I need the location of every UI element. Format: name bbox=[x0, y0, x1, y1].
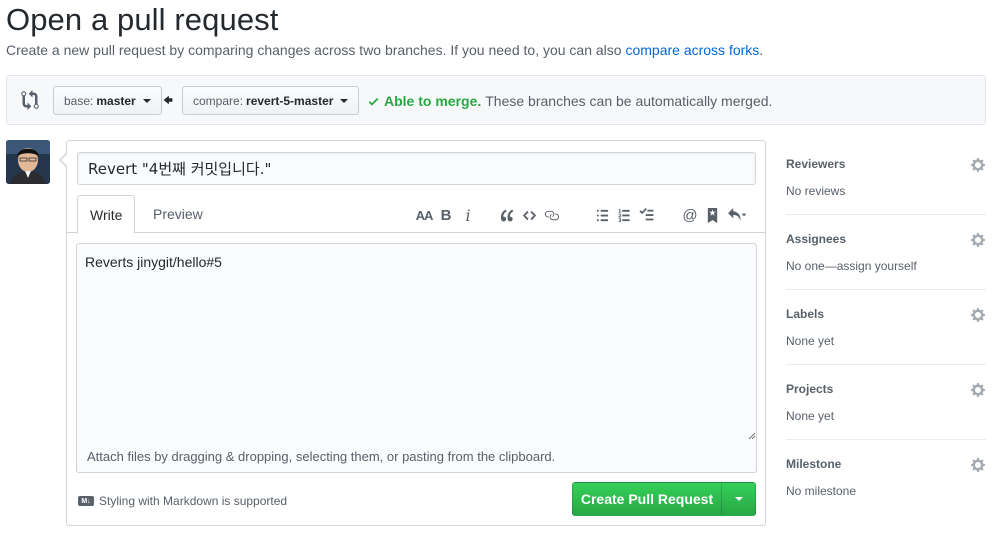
unordered-list-icon[interactable] bbox=[591, 206, 613, 224]
base-label: base: bbox=[64, 93, 94, 108]
chevron-down-icon bbox=[340, 99, 349, 103]
sidebar-heading: Assignees bbox=[786, 232, 847, 246]
sidebar-heading: Milestone bbox=[786, 457, 842, 471]
extra-toolbar: @ bbox=[679, 206, 751, 224]
gear-icon[interactable] bbox=[970, 157, 986, 173]
base-branch-select[interactable]: base: master bbox=[53, 86, 162, 115]
sidebar-value: None yet bbox=[786, 334, 835, 348]
sidebar-heading: Reviewers bbox=[786, 157, 846, 171]
list-toolbar bbox=[591, 206, 657, 224]
gear-icon[interactable] bbox=[970, 382, 986, 398]
create-pull-request-button[interactable]: Create Pull Request bbox=[573, 483, 722, 515]
tab-write[interactable]: Write bbox=[77, 195, 136, 234]
discussion-sidebar: Reviewers No reviews Assignees No one—as… bbox=[786, 140, 986, 515]
link-icon[interactable] bbox=[540, 206, 562, 224]
attach-hint-text: Attach files by dragging & dropping, sel… bbox=[87, 449, 556, 464]
compare-branch-select[interactable]: compare: revert-5-master bbox=[182, 86, 360, 115]
quote-icon[interactable] bbox=[496, 206, 518, 224]
markdown-icon: M↓ bbox=[78, 496, 94, 506]
merge-status: Able to merge. These branches can be aut… bbox=[367, 93, 772, 109]
chevron-down-icon bbox=[734, 497, 743, 501]
avatar[interactable] bbox=[6, 140, 50, 184]
sidebar-value[interactable]: No one—assign yourself bbox=[786, 259, 917, 273]
editor-tabs: Write Preview AA B i @ bbox=[67, 195, 765, 234]
pull-request-form: Revert "4번째 커밋입니다." Write Preview AA B i bbox=[59, 140, 766, 526]
merge-status-text: These branches can be automatically merg… bbox=[485, 93, 773, 109]
check-icon bbox=[368, 97, 379, 106]
reply-icon[interactable] bbox=[723, 206, 751, 224]
pr-body-textarea[interactable]: Reverts jinygit/hello#5 bbox=[76, 243, 757, 472]
create-options-dropdown[interactable] bbox=[722, 483, 755, 515]
subtitle-end: . bbox=[759, 42, 764, 58]
gear-icon[interactable] bbox=[970, 232, 986, 248]
page-subtitle: Create a new pull request by comparing c… bbox=[6, 42, 763, 58]
bookmark-icon[interactable] bbox=[701, 206, 723, 224]
ordered-list-icon[interactable] bbox=[613, 206, 635, 224]
text-style-toolbar: AA B i bbox=[413, 206, 479, 225]
compare-across-forks-link[interactable]: compare across forks bbox=[625, 42, 759, 58]
branch-range-editor: base: master compare: revert-5-master Ab… bbox=[6, 75, 986, 125]
create-pull-request-button-group: Create Pull Request bbox=[572, 482, 756, 516]
page-title: Open a pull request bbox=[6, 2, 279, 37]
italic-icon[interactable]: i bbox=[457, 206, 479, 225]
markdown-support-note[interactable]: M↓ Styling with Markdown is supported bbox=[78, 494, 287, 508]
sidebar-labels: Labels None yet bbox=[786, 290, 986, 365]
merge-ok-text: Able to merge. bbox=[384, 93, 482, 109]
compare-label: compare: bbox=[193, 93, 244, 108]
sidebar-milestone: Milestone No milestone bbox=[786, 440, 986, 515]
insert-toolbar bbox=[496, 206, 562, 224]
header-icon[interactable]: AA bbox=[413, 206, 435, 224]
gear-icon[interactable] bbox=[970, 307, 986, 323]
chevron-down-icon bbox=[142, 99, 151, 103]
file-attach-dropzone[interactable]: Attach files by dragging & dropping, sel… bbox=[76, 441, 757, 473]
sidebar-projects: Projects None yet bbox=[786, 365, 986, 440]
resize-handle-icon[interactable] bbox=[746, 430, 756, 440]
sidebar-value: None yet bbox=[786, 409, 835, 423]
sidebar-value: No milestone bbox=[786, 484, 857, 498]
sidebar-value: No reviews bbox=[786, 184, 846, 198]
sidebar-heading: Projects bbox=[786, 382, 834, 396]
sidebar-heading: Labels bbox=[786, 307, 825, 321]
subtitle-text: Create a new pull request by comparing c… bbox=[6, 42, 622, 58]
bold-icon[interactable]: B bbox=[435, 206, 457, 224]
compare-icon bbox=[21, 90, 39, 110]
pr-title-input[interactable]: Revert "4번째 커밋입니다." bbox=[77, 152, 756, 185]
compare-branch-name: revert-5-master bbox=[246, 93, 334, 108]
sidebar-reviewers: Reviewers No reviews bbox=[786, 140, 986, 215]
mention-icon[interactable]: @ bbox=[679, 206, 701, 224]
user-avatar-image bbox=[6, 140, 50, 184]
task-list-icon[interactable] bbox=[635, 206, 657, 224]
tab-preview[interactable]: Preview bbox=[141, 195, 215, 233]
base-branch-name: master bbox=[96, 93, 136, 108]
code-icon[interactable] bbox=[518, 206, 540, 224]
pr-body-text: Reverts jinygit/hello#5 bbox=[85, 254, 222, 270]
sidebar-assignees: Assignees No one—assign yourself bbox=[786, 215, 986, 290]
gear-icon[interactable] bbox=[970, 457, 986, 473]
arrow-left-icon bbox=[163, 95, 173, 105]
markdown-note-text: Styling with Markdown is supported bbox=[99, 494, 288, 508]
